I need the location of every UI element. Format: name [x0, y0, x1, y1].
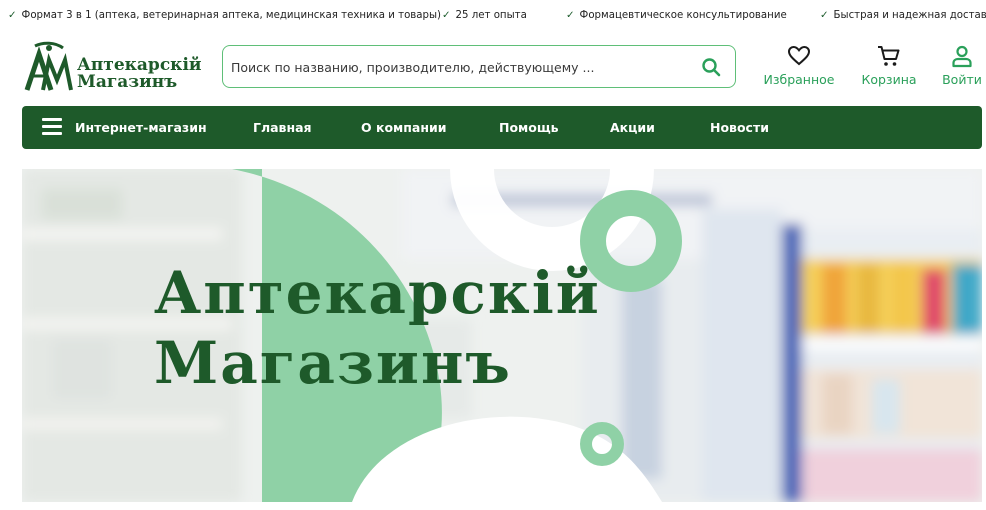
- nav-item-news[interactable]: Новости: [710, 121, 769, 135]
- login-button[interactable]: Войти: [940, 44, 984, 87]
- feature-item: ✓ 25 лет опыта: [442, 10, 527, 21]
- favorites-label: Избранное: [763, 72, 835, 87]
- site-logo[interactable]: Аптекарскій Магазинъ: [21, 40, 202, 94]
- search-input[interactable]: [231, 56, 671, 78]
- nav-item-help[interactable]: Помощь: [499, 121, 559, 135]
- hero-banner[interactable]: Аптекарскій Магазинъ: [22, 169, 982, 502]
- search-icon[interactable]: [701, 57, 721, 77]
- hero-title-line1: Аптекарскій: [154, 259, 601, 327]
- search-box: [222, 45, 736, 88]
- feature-item: ✓ Формацевтическое консультирование: [566, 10, 787, 21]
- cart-icon: [878, 46, 900, 66]
- menu-icon[interactable]: [42, 118, 62, 136]
- cart-button[interactable]: Корзина: [860, 44, 918, 87]
- login-label: Войти: [942, 72, 982, 87]
- feature-item: ✓ Формат 3 в 1 (аптека, ветеринарная апте…: [8, 10, 442, 21]
- features-bar: ✓ Формат 3 в 1 (аптека, ветеринарная апте…: [0, 0, 986, 30]
- check-icon: ✓: [820, 10, 829, 21]
- user-icon: [952, 45, 972, 68]
- nav-item-catalog[interactable]: Интернет-магазин: [75, 121, 207, 135]
- check-icon: ✓: [8, 10, 17, 21]
- cart-label: Корзина: [861, 72, 917, 87]
- nav-item-home[interactable]: Главная: [253, 121, 312, 135]
- heart-icon: [787, 45, 811, 66]
- logo-text-line2: Магазинъ: [77, 72, 178, 92]
- feature-item: ✓ Быстрая и надежная доставка: [820, 10, 986, 21]
- nav-item-about[interactable]: О компании: [361, 121, 447, 135]
- nav-item-promotions[interactable]: Акции: [610, 121, 655, 135]
- logo-monogram-icon: [24, 41, 73, 91]
- main-nav: Интернет-магазин Главная О компании Помо…: [22, 106, 982, 149]
- favorites-button[interactable]: Избранное: [763, 44, 835, 87]
- check-icon: ✓: [442, 10, 451, 21]
- check-icon: ✓: [566, 10, 575, 21]
- hero-title-line2: Магазинъ: [154, 329, 512, 397]
